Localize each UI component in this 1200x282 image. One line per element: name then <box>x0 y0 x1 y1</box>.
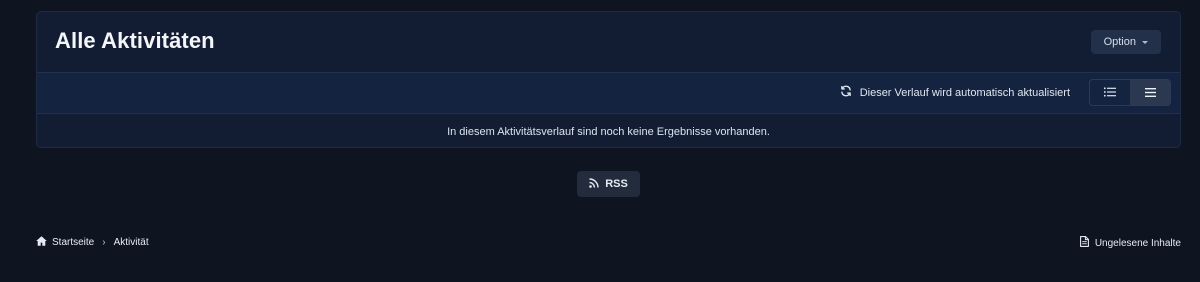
chevron-right-icon: › <box>102 237 106 248</box>
condensed-view-button[interactable] <box>1130 80 1170 105</box>
caret-down-icon <box>1142 40 1148 44</box>
unread-content-link[interactable]: Ungelesene Inhalte <box>1079 236 1181 250</box>
menu-lines-icon <box>1144 84 1156 102</box>
stream-body: In diesem Aktivitätsverlauf sind noch ke… <box>37 114 1180 147</box>
stream-toolbar: Dieser Verlauf wird automatisch aktualis… <box>37 73 1180 114</box>
option-button[interactable]: Option <box>1090 30 1161 54</box>
breadcrumb: Startseite › Aktivität <box>36 236 149 249</box>
document-icon <box>1079 236 1089 250</box>
expanded-view-button[interactable] <box>1090 80 1130 105</box>
refresh-icon <box>840 85 852 100</box>
breadcrumb-label-activity: Aktivität <box>113 237 149 248</box>
rss-label: RSS <box>605 178 628 190</box>
page-title: Alle Aktivitäten <box>55 28 215 53</box>
rss-button[interactable]: RSS <box>577 171 640 197</box>
list-bullets-icon <box>1104 84 1116 102</box>
rss-icon <box>589 177 599 191</box>
autorefresh-notice: Dieser Verlauf wird automatisch aktualis… <box>840 85 1070 100</box>
activity-panel: Alle Aktivitäten Option Dieser Verlauf w… <box>36 11 1181 148</box>
breadcrumb-item-home[interactable]: Startseite <box>36 236 94 249</box>
option-button-label: Option <box>1103 36 1136 48</box>
panel-header: Alle Aktivitäten Option <box>37 12 1180 73</box>
autorefresh-text: Dieser Verlauf wird automatisch aktualis… <box>859 86 1070 99</box>
unread-content-label: Ungelesene Inhalte <box>1094 237 1181 249</box>
empty-stream-message: In diesem Aktivitätsverlauf sind noch ke… <box>447 125 770 138</box>
home-icon <box>36 236 47 249</box>
breadcrumb-item-activity[interactable]: Aktivität <box>114 237 149 248</box>
breadcrumb-label-home: Startseite <box>52 237 95 248</box>
view-mode-toggle <box>1089 79 1171 106</box>
